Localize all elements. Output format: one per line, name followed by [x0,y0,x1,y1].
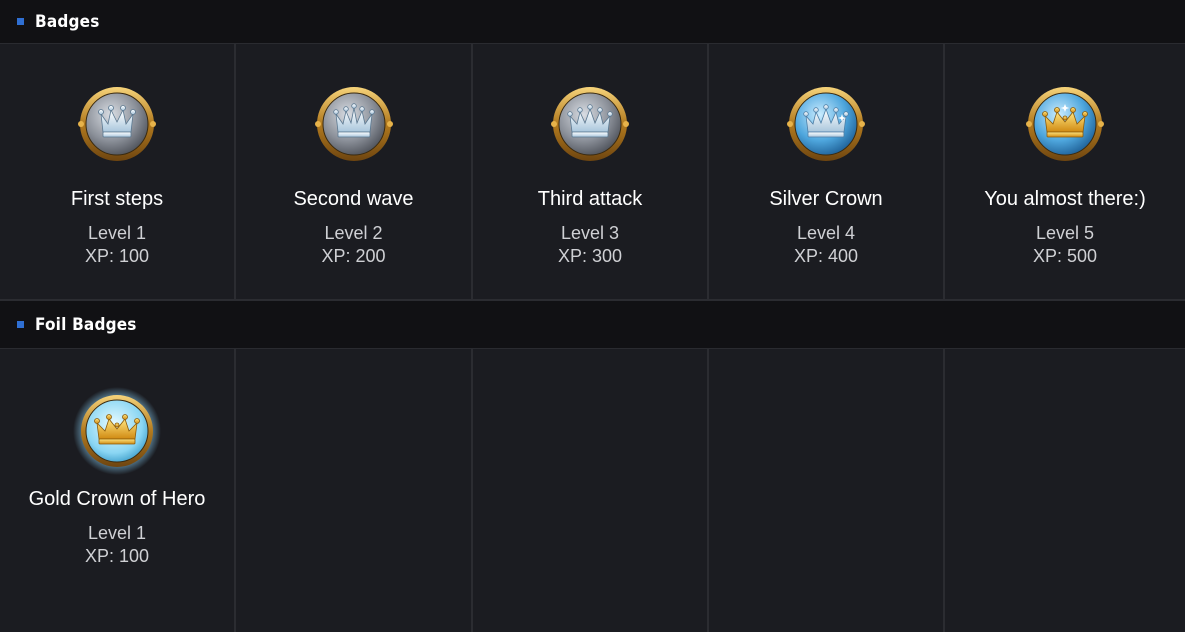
section-title: Foil Badges [35,314,137,335]
section-marker-icon [17,321,24,328]
empty-badge-slot [709,349,945,632]
foil-badges-grid: Gold Crown of Hero Level 1 XP: 100 [0,349,1185,632]
badge-level: Level 4 [796,223,856,243]
badge-card[interactable]: First steps Level 1 XP: 100 [0,44,236,301]
empty-badge-slot [473,349,709,632]
gold-crown-glow-icon [73,387,161,475]
section-marker-icon [17,18,24,25]
badge-xp: XP: 400 [793,246,859,266]
badge-xp: XP: 200 [321,246,386,266]
badge-card[interactable]: You almost there:) Level 5 XP: 500 [945,44,1185,301]
silver-crown-grey-icon [314,87,393,161]
badge-xp: XP: 500 [1032,246,1098,266]
badge-name: You almost there:) [984,188,1146,210]
badge-xp: XP: 100 [84,246,150,266]
badge-name: Gold Crown of Hero [28,488,206,510]
badge-level: Level 1 [87,523,147,543]
silver-crown-grey-icon [78,87,156,161]
badge-name: First steps [70,188,164,210]
badge-xp: XP: 300 [557,246,623,266]
badge-card[interactable]: Third attack Level 3 XP: 300 [473,44,709,301]
badge-name: Third attack [537,188,643,210]
badge-card[interactable]: Second wave Level 2 XP: 200 [236,44,473,301]
gold-crown-blue-icon [1026,87,1104,161]
section-title: Badges [35,11,100,32]
badge-xp: XP: 100 [84,546,150,566]
silver-crown-grey-icon [551,87,629,161]
badges-grid: First steps Level 1 XP: 100 Second wave … [0,44,1185,301]
badge-level: Level 1 [87,223,147,243]
badge-card[interactable]: Gold Crown of Hero Level 1 XP: 100 [0,349,236,632]
badge-name: Silver Crown [769,188,883,210]
badge-level: Level 2 [324,223,383,243]
badge-level: Level 5 [1035,223,1095,243]
empty-badge-slot [945,349,1185,632]
badge-card[interactable]: Silver Crown Level 4 XP: 400 [709,44,945,301]
badges-section-header: Badges [0,0,1185,44]
badge-level: Level 3 [560,223,620,243]
foil-badges-section-header: Foil Badges [0,301,1185,349]
empty-badge-slot [236,349,473,632]
silver-crown-blue-icon [787,87,865,161]
badge-name: Second wave [293,188,414,210]
